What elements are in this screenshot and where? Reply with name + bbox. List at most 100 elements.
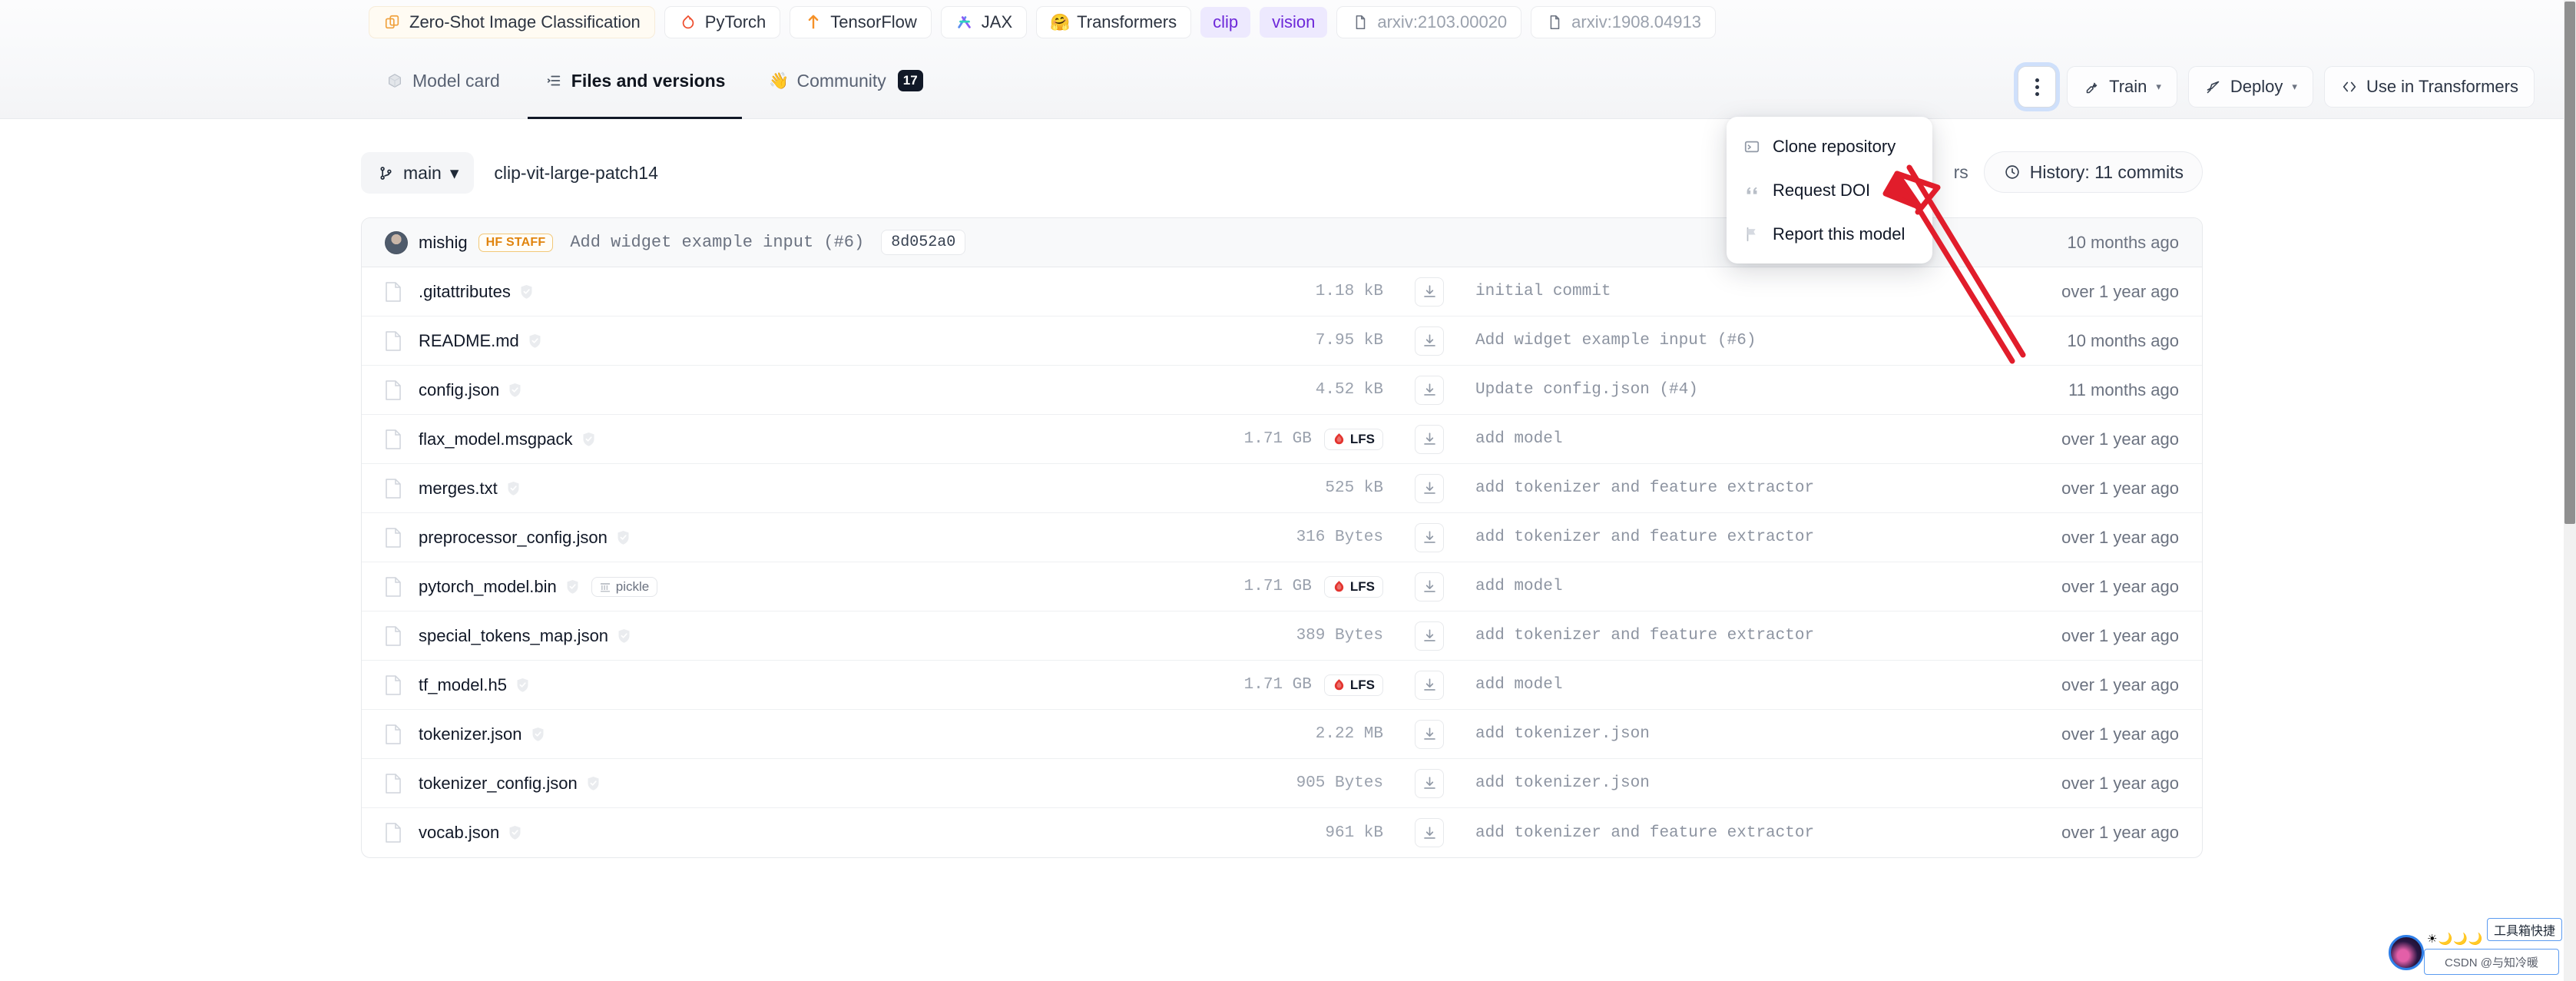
deploy-button[interactable]: Deploy ▾ <box>2188 66 2313 108</box>
hf-staff-badge: HF STAFF <box>478 234 554 252</box>
download-button[interactable] <box>1415 474 1444 503</box>
model-tag-vision[interactable]: vision <box>1260 7 1327 38</box>
model-tag-label: Zero-Shot Image Classification <box>409 12 641 32</box>
history-button[interactable]: History: 11 commits <box>1984 151 2203 193</box>
more-options-button[interactable] <box>2018 66 2056 108</box>
shield-check-icon <box>508 383 521 398</box>
tab-files-and-versions[interactable]: Files and versions <box>528 45 743 119</box>
clock-icon <box>2003 163 2021 181</box>
file-name[interactable]: vocab.json <box>419 823 499 843</box>
model-tag-arxiv-1908-04913[interactable]: arxiv:1908.04913 <box>1531 6 1716 38</box>
vertical-scrollbar[interactable] <box>2564 0 2576 981</box>
download-cell <box>1383 818 1475 847</box>
commit-author[interactable]: mishig <box>419 233 468 253</box>
file-name[interactable]: special_tokens_map.json <box>419 626 608 646</box>
table-row[interactable]: preprocessor_config.json316 Bytesadd tok… <box>362 513 2202 562</box>
shield-check-icon <box>507 481 520 496</box>
file-commit-message[interactable]: add tokenizer and feature extractor <box>1475 627 1949 645</box>
tab-model-card[interactable]: Model card <box>369 45 517 119</box>
menu-item-request-doi[interactable]: Request DOI <box>1727 168 1932 212</box>
commit-message[interactable]: Add widget example input (#6) <box>570 233 864 252</box>
train-button[interactable]: Train ▾ <box>2067 66 2177 108</box>
menu-item-report-this-model[interactable]: Report this model <box>1727 212 1932 256</box>
pickle-badge[interactable]: pickle <box>591 577 657 597</box>
lfs-label: LFS <box>1350 678 1375 693</box>
file-commit-message[interactable]: add model <box>1475 676 1949 694</box>
table-row[interactable]: special_tokens_map.json389 Bytesadd toke… <box>362 611 2202 661</box>
file-name[interactable]: pytorch_model.bin <box>419 577 557 597</box>
model-tag-tensorflow[interactable]: TensorFlow <box>790 6 931 38</box>
file-commit-message[interactable]: add tokenizer.json <box>1475 725 1949 743</box>
commit-hash[interactable]: 8d052a0 <box>881 230 965 255</box>
table-row[interactable]: config.json4.52 kBUpdate config.json (#4… <box>362 366 2202 415</box>
pytorch-icon <box>679 13 697 31</box>
menu-item-clone-repository[interactable]: Clone repository <box>1727 124 1932 168</box>
file-name[interactable]: flax_model.msgpack <box>419 429 573 449</box>
file-name[interactable]: merges.txt <box>419 479 498 499</box>
contributors-label[interactable]: rs <box>1954 162 1968 183</box>
table-row[interactable]: vocab.json961 kBadd tokenizer and featur… <box>362 808 2202 857</box>
file-commit-message[interactable]: add tokenizer and feature extractor <box>1475 479 1949 497</box>
file-commit-message[interactable]: Update config.json (#4) <box>1475 381 1949 399</box>
download-cell <box>1383 474 1475 503</box>
image-classification-icon <box>383 13 402 31</box>
table-row[interactable]: .gitattributes1.18 kBinitial commitover … <box>362 267 2202 317</box>
table-row[interactable]: README.md7.95 kBAdd widget example input… <box>362 317 2202 366</box>
download-button[interactable] <box>1415 326 1444 356</box>
file-commit-time: over 1 year ago <box>1949 577 2179 597</box>
download-cell <box>1383 376 1475 405</box>
scrollbar-thumb[interactable] <box>2564 2 2575 524</box>
download-button[interactable] <box>1415 376 1444 405</box>
file-name[interactable]: tokenizer.json <box>419 724 522 744</box>
download-button[interactable] <box>1415 523 1444 552</box>
file-commit-message[interactable]: add model <box>1475 430 1949 448</box>
download-button[interactable] <box>1415 769 1444 798</box>
use-in-transformers-button[interactable]: Use in Transformers <box>2324 66 2535 108</box>
model-tag-zero-shot-image-classification[interactable]: Zero-Shot Image Classification <box>369 6 655 38</box>
file-commit-message[interactable]: add tokenizer.json <box>1475 774 1949 792</box>
file-commit-message[interactable]: Add widget example input (#6) <box>1475 332 1949 350</box>
download-button[interactable] <box>1415 621 1444 651</box>
branch-selector[interactable]: main ▾ <box>361 152 474 194</box>
file-size-cell: 2.22 MB <box>1061 725 1383 743</box>
model-tag-jax[interactable]: JAX <box>941 6 1027 38</box>
file-name[interactable]: .gitattributes <box>419 282 511 302</box>
file-size: 1.18 kB <box>1316 283 1383 300</box>
download-button[interactable] <box>1415 425 1444 454</box>
file-name[interactable]: tf_model.h5 <box>419 675 507 695</box>
download-button[interactable] <box>1415 671 1444 700</box>
file-name-cell: flax_model.msgpack <box>385 429 1061 449</box>
table-row[interactable]: merges.txt525 kBadd tokenizer and featur… <box>362 464 2202 513</box>
table-row[interactable]: tokenizer.json2.22 MBadd tokenizer.jsono… <box>362 710 2202 759</box>
model-tag-clip[interactable]: clip <box>1200 7 1250 38</box>
table-row[interactable]: tf_model.h51.71 GBLFSadd modelover 1 yea… <box>362 661 2202 710</box>
file-icon <box>385 429 402 449</box>
table-row[interactable]: flax_model.msgpack1.71 GBLFSadd modelove… <box>362 415 2202 464</box>
download-button[interactable] <box>1415 818 1444 847</box>
file-size: 1.71 GB <box>1244 676 1312 694</box>
file-name[interactable]: tokenizer_config.json <box>419 774 578 794</box>
model-tag-pytorch[interactable]: PyTorch <box>664 6 780 38</box>
file-commit-message[interactable]: add tokenizer and feature extractor <box>1475 824 1949 842</box>
model-tags-row: Zero-Shot Image Classification PyTorch Ten… <box>0 0 2564 45</box>
file-name[interactable]: README.md <box>419 331 519 351</box>
lfs-badge: LFS <box>1324 429 1383 450</box>
code-brackets-icon <box>2340 78 2359 96</box>
model-tag-arxiv-2103-00020[interactable]: arxiv:2103.00020 <box>1336 6 1521 38</box>
widget-avatar[interactable] <box>2389 935 2424 970</box>
file-commit-message[interactable]: add model <box>1475 578 1949 595</box>
tab-community[interactable]: 👋Community17 <box>753 45 939 119</box>
table-row[interactable]: pytorch_model.binpickle1.71 GBLFSadd mod… <box>362 562 2202 611</box>
shield-check-icon <box>587 776 600 791</box>
download-button[interactable] <box>1415 277 1444 307</box>
file-name[interactable]: preprocessor_config.json <box>419 528 608 548</box>
file-commit-message[interactable]: initial commit <box>1475 283 1949 300</box>
file-name[interactable]: config.json <box>419 380 499 400</box>
download-button[interactable] <box>1415 720 1444 749</box>
table-row[interactable]: tokenizer_config.json905 Bytesadd tokeni… <box>362 759 2202 808</box>
branch-icon <box>376 164 395 182</box>
model-tag-transformers[interactable]: 🤗Transformers <box>1036 6 1191 38</box>
download-button[interactable] <box>1415 572 1444 602</box>
file-commit-message[interactable]: add tokenizer and feature extractor <box>1475 529 1949 546</box>
model-tag-label: PyTorch <box>705 12 766 32</box>
